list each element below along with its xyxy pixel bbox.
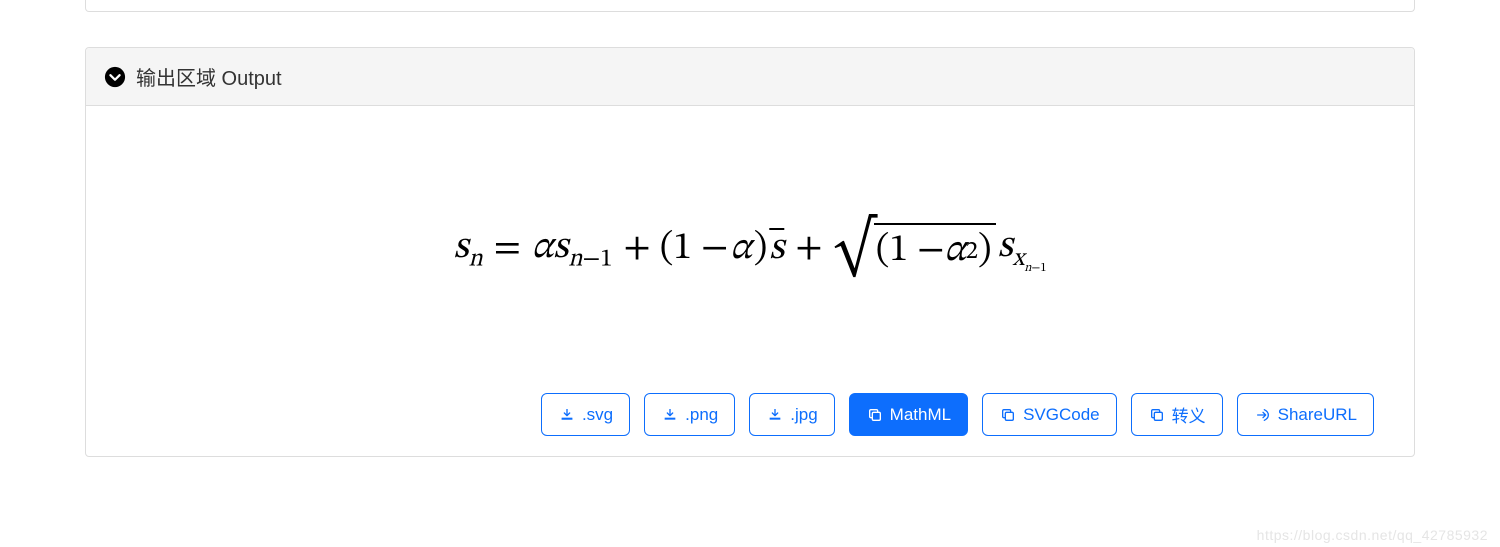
button-label: .png — [685, 405, 718, 425]
copy-icon — [866, 406, 884, 424]
download-icon — [766, 406, 784, 424]
button-label: ShareURL — [1278, 405, 1357, 425]
watermark-text: https://blog.csdn.net/qq_42785932 — [1257, 527, 1488, 543]
download-icon — [661, 406, 679, 424]
formula-display-area: sn = αsn−1 + (1 − α) s + √ (1 − α2) sxn−… — [126, 146, 1374, 373]
copy-escape-button[interactable]: 转义 — [1131, 393, 1223, 436]
output-panel: 输出区域 Output sn = αsn−1 + (1 − α) s + √ (… — [85, 47, 1415, 457]
output-panel-body: sn = αsn−1 + (1 − α) s + √ (1 − α2) sxn−… — [86, 106, 1414, 456]
share-icon — [1254, 406, 1272, 424]
copy-mathml-button[interactable]: MathML — [849, 393, 968, 436]
output-panel-header[interactable]: 输出区域 Output — [86, 48, 1414, 106]
rendered-formula: sn = αsn−1 + (1 − α) s + √ (1 − α2) sxn−… — [453, 223, 1046, 276]
export-button-row: .svg .png .jpg MathML — [126, 373, 1374, 436]
copy-icon — [999, 406, 1017, 424]
download-svg-button[interactable]: .svg — [541, 393, 630, 436]
circle-down-arrow-icon — [104, 66, 126, 88]
button-label: MathML — [890, 405, 951, 425]
previous-panel-bottom-edge — [85, 0, 1415, 12]
copy-svgcode-button[interactable]: SVGCode — [982, 393, 1117, 436]
button-label: SVGCode — [1023, 405, 1100, 425]
download-jpg-button[interactable]: .jpg — [749, 393, 834, 436]
button-label: 转义 — [1172, 402, 1206, 427]
download-png-button[interactable]: .png — [644, 393, 735, 436]
output-panel-title: 输出区域 Output — [136, 62, 282, 91]
share-url-button[interactable]: ShareURL — [1237, 393, 1374, 436]
button-label: .jpg — [790, 405, 817, 425]
copy-icon — [1148, 406, 1166, 424]
button-label: .svg — [582, 405, 613, 425]
download-icon — [558, 406, 576, 424]
